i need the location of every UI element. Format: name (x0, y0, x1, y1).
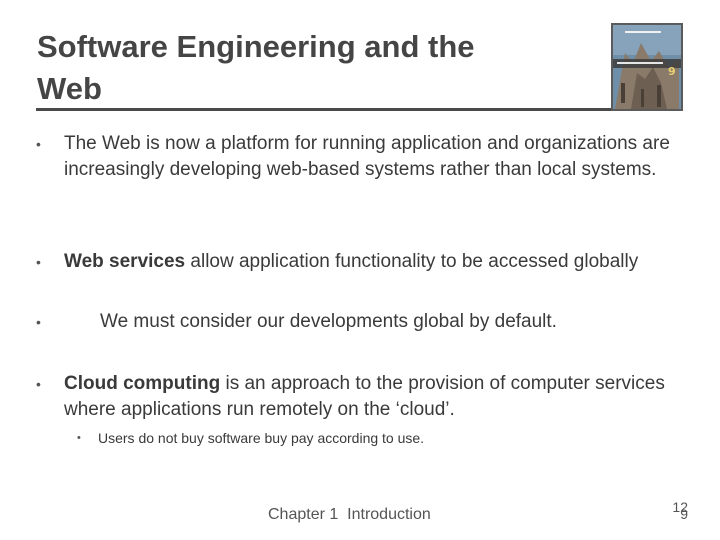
sub-bullet-item: • Users do not buy software buy pay acco… (77, 428, 658, 448)
bullet-marker: • (36, 254, 41, 270)
bullet-item: • The Web is now a platform for running … (36, 131, 684, 183)
bullet-text: allow application functionality to be ac… (185, 251, 639, 272)
footer-section: Introduction (347, 506, 431, 523)
slide: Software Engineering and the Web 9 • The… (0, 0, 720, 540)
bullet-bold-text: Cloud computing (64, 373, 221, 394)
bullet-item: • Cloud computing is an approach to the … (36, 371, 704, 423)
bullet-marker: • (36, 136, 41, 152)
footer-chapter: Chapter 1 (268, 506, 339, 523)
bullet-item: • Web services allow application functio… (36, 249, 684, 275)
slide-body: • The Web is now a platform for running … (0, 0, 720, 540)
sub-bullet-marker: • (77, 432, 81, 444)
sub-bullet-text: Users do not buy software buy pay accord… (98, 430, 425, 446)
slide-footer: Chapter 1 Introduction (268, 506, 431, 524)
page-number: 12 9 (668, 500, 688, 521)
bullet-text: The Web is now a platform for running ap… (64, 133, 670, 180)
bullet-text: We must consider our developments global… (100, 311, 557, 332)
bullet-marker: • (36, 376, 41, 392)
bullet-bold-text: Web services (64, 251, 186, 272)
bullet-marker: • (36, 314, 41, 330)
bullet-item: • We must consider our developments glob… (36, 309, 684, 335)
